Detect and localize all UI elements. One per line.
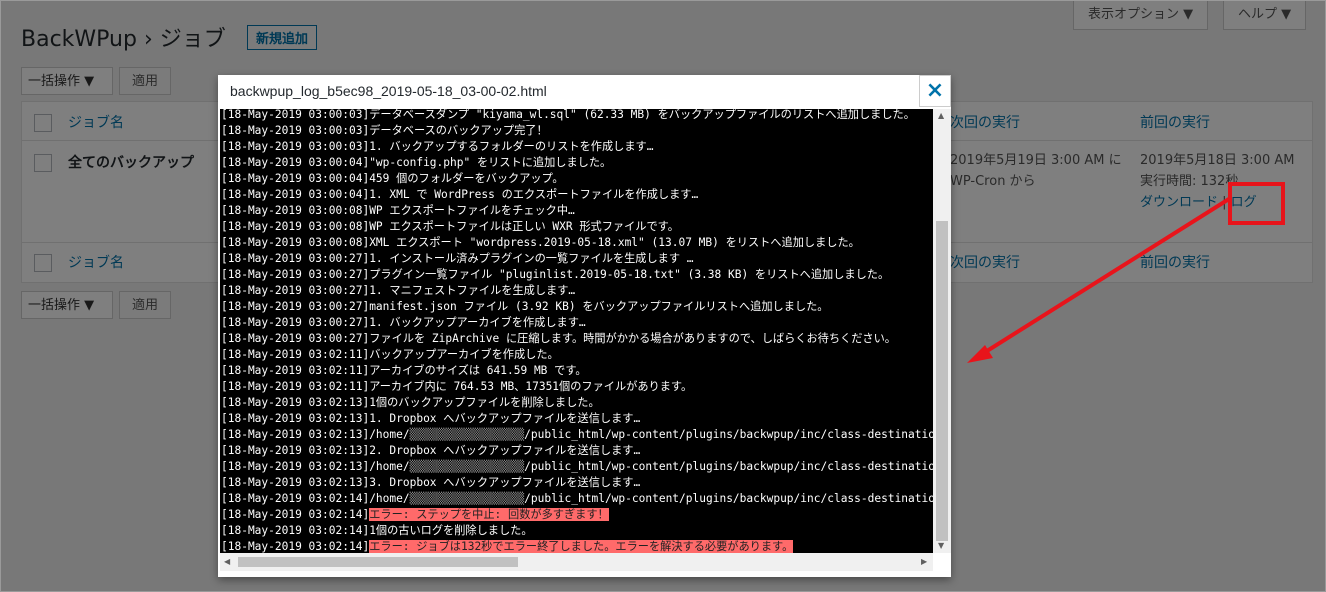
annotation-arrow-line: [977, 197, 1231, 358]
log-highlight-box: [1228, 182, 1285, 225]
annotation-overlay: [967, 182, 1285, 363]
screenshot-frame: 表示オプション ▼ ヘルプ ▼ BackWPup › ジョブ 新規追加 一括操作…: [0, 0, 1326, 592]
